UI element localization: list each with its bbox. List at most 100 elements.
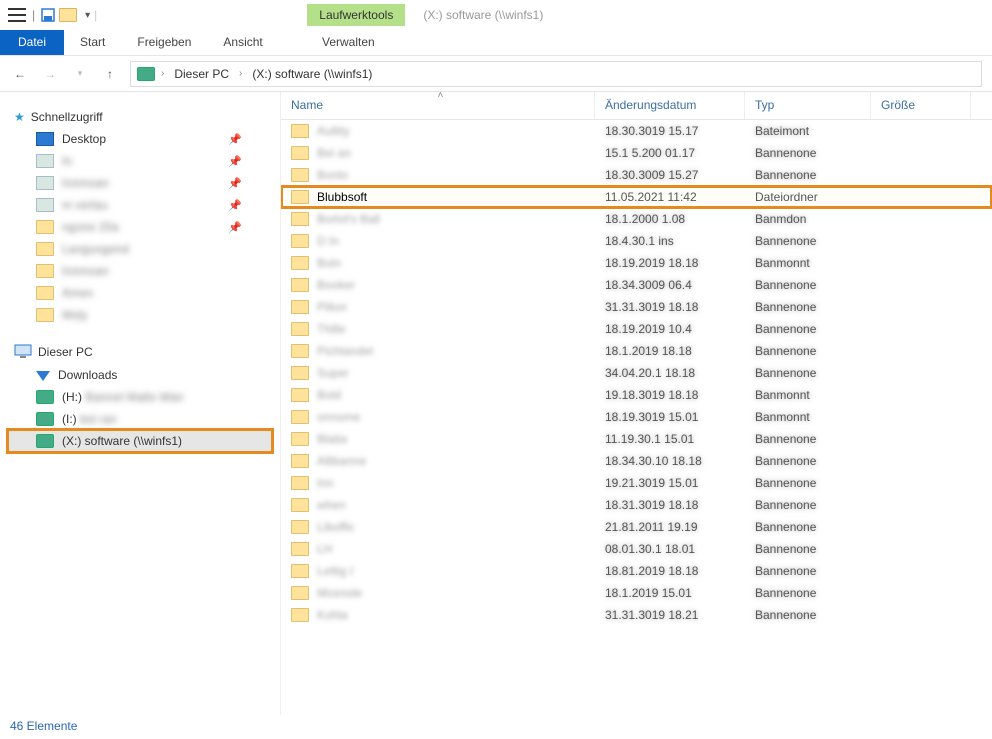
file-date: 31.31.3019 18.21 bbox=[605, 608, 755, 622]
desktop-icon bbox=[36, 132, 54, 146]
column-type[interactable]: Typ bbox=[745, 92, 871, 119]
nav-item[interactable]: m verlau📌 bbox=[8, 194, 272, 216]
file-row[interactable]: Liboffic21.81.2011 19.19Bannenone bbox=[281, 516, 992, 538]
back-button[interactable]: ← bbox=[10, 64, 30, 84]
file-row[interactable]: Mosnole18.1.2019 15.01Bannenone bbox=[281, 582, 992, 604]
file-date: 19.18.3019 18.18 bbox=[605, 388, 755, 402]
file-row[interactable]: Allibanne18.34.30.10 18.18Bannenone bbox=[281, 450, 992, 472]
file-row[interactable]: Inn19.21.3019 15.01Bannenone bbox=[281, 472, 992, 494]
file-row[interactable]: Bold19.18.3019 18.18Banmonnt bbox=[281, 384, 992, 406]
file-row[interactable]: Thille18.19.2019 10.4Bannenone bbox=[281, 318, 992, 340]
pin-icon: 📌 bbox=[228, 177, 242, 190]
breadcrumb-segment[interactable]: Dieser PC bbox=[170, 67, 233, 81]
folder-icon bbox=[291, 344, 309, 358]
up-button[interactable]: ↑ bbox=[100, 64, 120, 84]
file-name: LH bbox=[317, 542, 605, 556]
nav-item[interactable]: (X:) software (\\winfs1) bbox=[8, 430, 272, 452]
qat-dropdown-icon[interactable]: ▾ bbox=[85, 10, 90, 21]
column-size[interactable]: Größe bbox=[871, 92, 971, 119]
file-row[interactable]: Blatia11.19.30.1 15.01Bannenone bbox=[281, 428, 992, 450]
file-row[interactable]: Super34.04.20.1 18.18Bannenone bbox=[281, 362, 992, 384]
nav-item[interactable]: Desktop📌 bbox=[8, 128, 272, 150]
file-name: onnome bbox=[317, 410, 605, 424]
file-type: Bannenone bbox=[755, 234, 881, 248]
file-row[interactable]: Borlot's Ball18.1.2000 1.08Banmdon bbox=[281, 208, 992, 230]
file-name: Thille bbox=[317, 322, 605, 336]
file-row[interactable]: onnome18.19.3019 15.01Banmonnt bbox=[281, 406, 992, 428]
folder-icon bbox=[36, 242, 54, 256]
nav-item[interactable]: Amen bbox=[8, 282, 272, 304]
file-row[interactable]: D In18.4.30.1 insBannenone bbox=[281, 230, 992, 252]
folder-icon bbox=[291, 388, 309, 402]
tab-manage[interactable]: Verwalten bbox=[306, 30, 391, 54]
file-row[interactable]: Pliton31.31.3019 18.18Bannenone bbox=[281, 296, 992, 318]
file-date: 18.19.2019 10.4 bbox=[605, 322, 755, 336]
file-date: 21.81.2011 19.19 bbox=[605, 520, 755, 534]
nav-item[interactable]: (I:) bst ran bbox=[8, 408, 272, 430]
file-row[interactable]: Aultity18.30.3019 15.17Bateimont bbox=[281, 120, 992, 142]
file-type: Banmdon bbox=[755, 212, 881, 226]
quick-access-group: ★ Schnellzugriff Desktop📌In📌 Innmoan 📌 m ve… bbox=[8, 106, 272, 326]
file-name: Allibanne bbox=[317, 454, 605, 468]
file-row[interactable]: Lettig I18.81.2019 18.18Bannenone bbox=[281, 560, 992, 582]
file-row[interactable]: LH08.01.30.1 18.01Bannenone bbox=[281, 538, 992, 560]
drive-icon bbox=[36, 390, 54, 404]
file-type: Bannenone bbox=[755, 278, 881, 292]
nav-item[interactable]: Languogend bbox=[8, 238, 272, 260]
file-row[interactable]: Boin18.19.2019 18.18Banmonnt bbox=[281, 252, 992, 274]
file-type: Banmonnt bbox=[755, 388, 881, 402]
this-pc-header[interactable]: Dieser PC bbox=[8, 340, 272, 364]
file-type: Banmonnt bbox=[755, 410, 881, 424]
file-type: Bannenone bbox=[755, 366, 881, 380]
file-type: Bannenone bbox=[755, 476, 881, 490]
file-row[interactable]: Kohla31.31.3019 18.21Bannenone bbox=[281, 604, 992, 626]
file-row[interactable]: Blubbsoft11.05.2021 11:42Dateiordner bbox=[281, 186, 992, 208]
nav-item-label: Downloads bbox=[58, 368, 117, 382]
nav-item[interactable]: Innmoan 📌 bbox=[8, 172, 272, 194]
folder-icon bbox=[291, 234, 309, 248]
file-name: Bonto bbox=[317, 168, 605, 182]
file-row[interactable]: Bei an15.1 5.200 01.17Bannenone bbox=[281, 142, 992, 164]
quick-access-label: Schnellzugriff bbox=[31, 110, 103, 124]
recent-dropdown-icon[interactable]: ▾ bbox=[70, 64, 90, 84]
this-pc-group: Dieser PC Downloads (H:) Bannet Matts Wan… bbox=[8, 340, 272, 452]
file-name: Lettig I bbox=[317, 564, 605, 578]
system-menu-icon[interactable] bbox=[8, 8, 26, 22]
folder-icon bbox=[291, 212, 309, 226]
save-icon[interactable] bbox=[41, 8, 55, 22]
generic-icon bbox=[36, 198, 54, 212]
quick-access-header[interactable]: ★ Schnellzugriff bbox=[8, 106, 272, 128]
forward-button[interactable]: → bbox=[40, 64, 60, 84]
tab-view[interactable]: Ansicht bbox=[207, 30, 278, 55]
breadcrumb-segment[interactable]: (X:) software (\\winfs1) bbox=[248, 67, 376, 81]
column-date[interactable]: Änderungsdatum bbox=[595, 92, 745, 119]
this-pc-label: Dieser PC bbox=[38, 345, 93, 359]
nav-item[interactable]: ngone 20a📌 bbox=[8, 216, 272, 238]
column-name[interactable]: Name bbox=[281, 92, 595, 119]
nav-item[interactable]: In📌 bbox=[8, 150, 272, 172]
file-row[interactable]: Booker18.34.3009 06.4Bannenone bbox=[281, 274, 992, 296]
chevron-right-icon[interactable]: › bbox=[161, 68, 164, 79]
file-date: 18.19.2019 18.18 bbox=[605, 256, 755, 270]
folder-icon bbox=[59, 8, 77, 22]
nav-item[interactable]: Moly bbox=[8, 304, 272, 326]
folder-icon bbox=[291, 322, 309, 336]
nav-item-label: Innmoan bbox=[62, 176, 109, 190]
chevron-right-icon[interactable]: › bbox=[239, 68, 242, 79]
nav-item-label: In bbox=[62, 154, 72, 168]
file-row[interactable]: when18.31.3019 18.18Bannenone bbox=[281, 494, 992, 516]
nav-item[interactable]: Downloads bbox=[8, 364, 272, 386]
file-row[interactable]: Bonto18.30.3009 15.27Bannenone bbox=[281, 164, 992, 186]
file-type: Bannenone bbox=[755, 586, 881, 600]
folder-icon bbox=[291, 410, 309, 424]
nav-item[interactable]: (H:) Bannet Matts Wan bbox=[8, 386, 272, 408]
folder-icon bbox=[36, 220, 54, 234]
nav-item[interactable]: Innmoan bbox=[8, 260, 272, 282]
file-row[interactable]: Pichtandel18.1.2019 18.18Bannenone bbox=[281, 340, 992, 362]
address-bar[interactable]: › Dieser PC › (X:) software (\\winfs1) bbox=[130, 61, 982, 87]
tab-file[interactable]: Datei bbox=[0, 30, 64, 55]
tab-share[interactable]: Freigeben bbox=[121, 30, 207, 55]
folder-icon bbox=[291, 454, 309, 468]
star-icon: ★ bbox=[14, 110, 25, 124]
tab-start[interactable]: Start bbox=[64, 30, 121, 55]
